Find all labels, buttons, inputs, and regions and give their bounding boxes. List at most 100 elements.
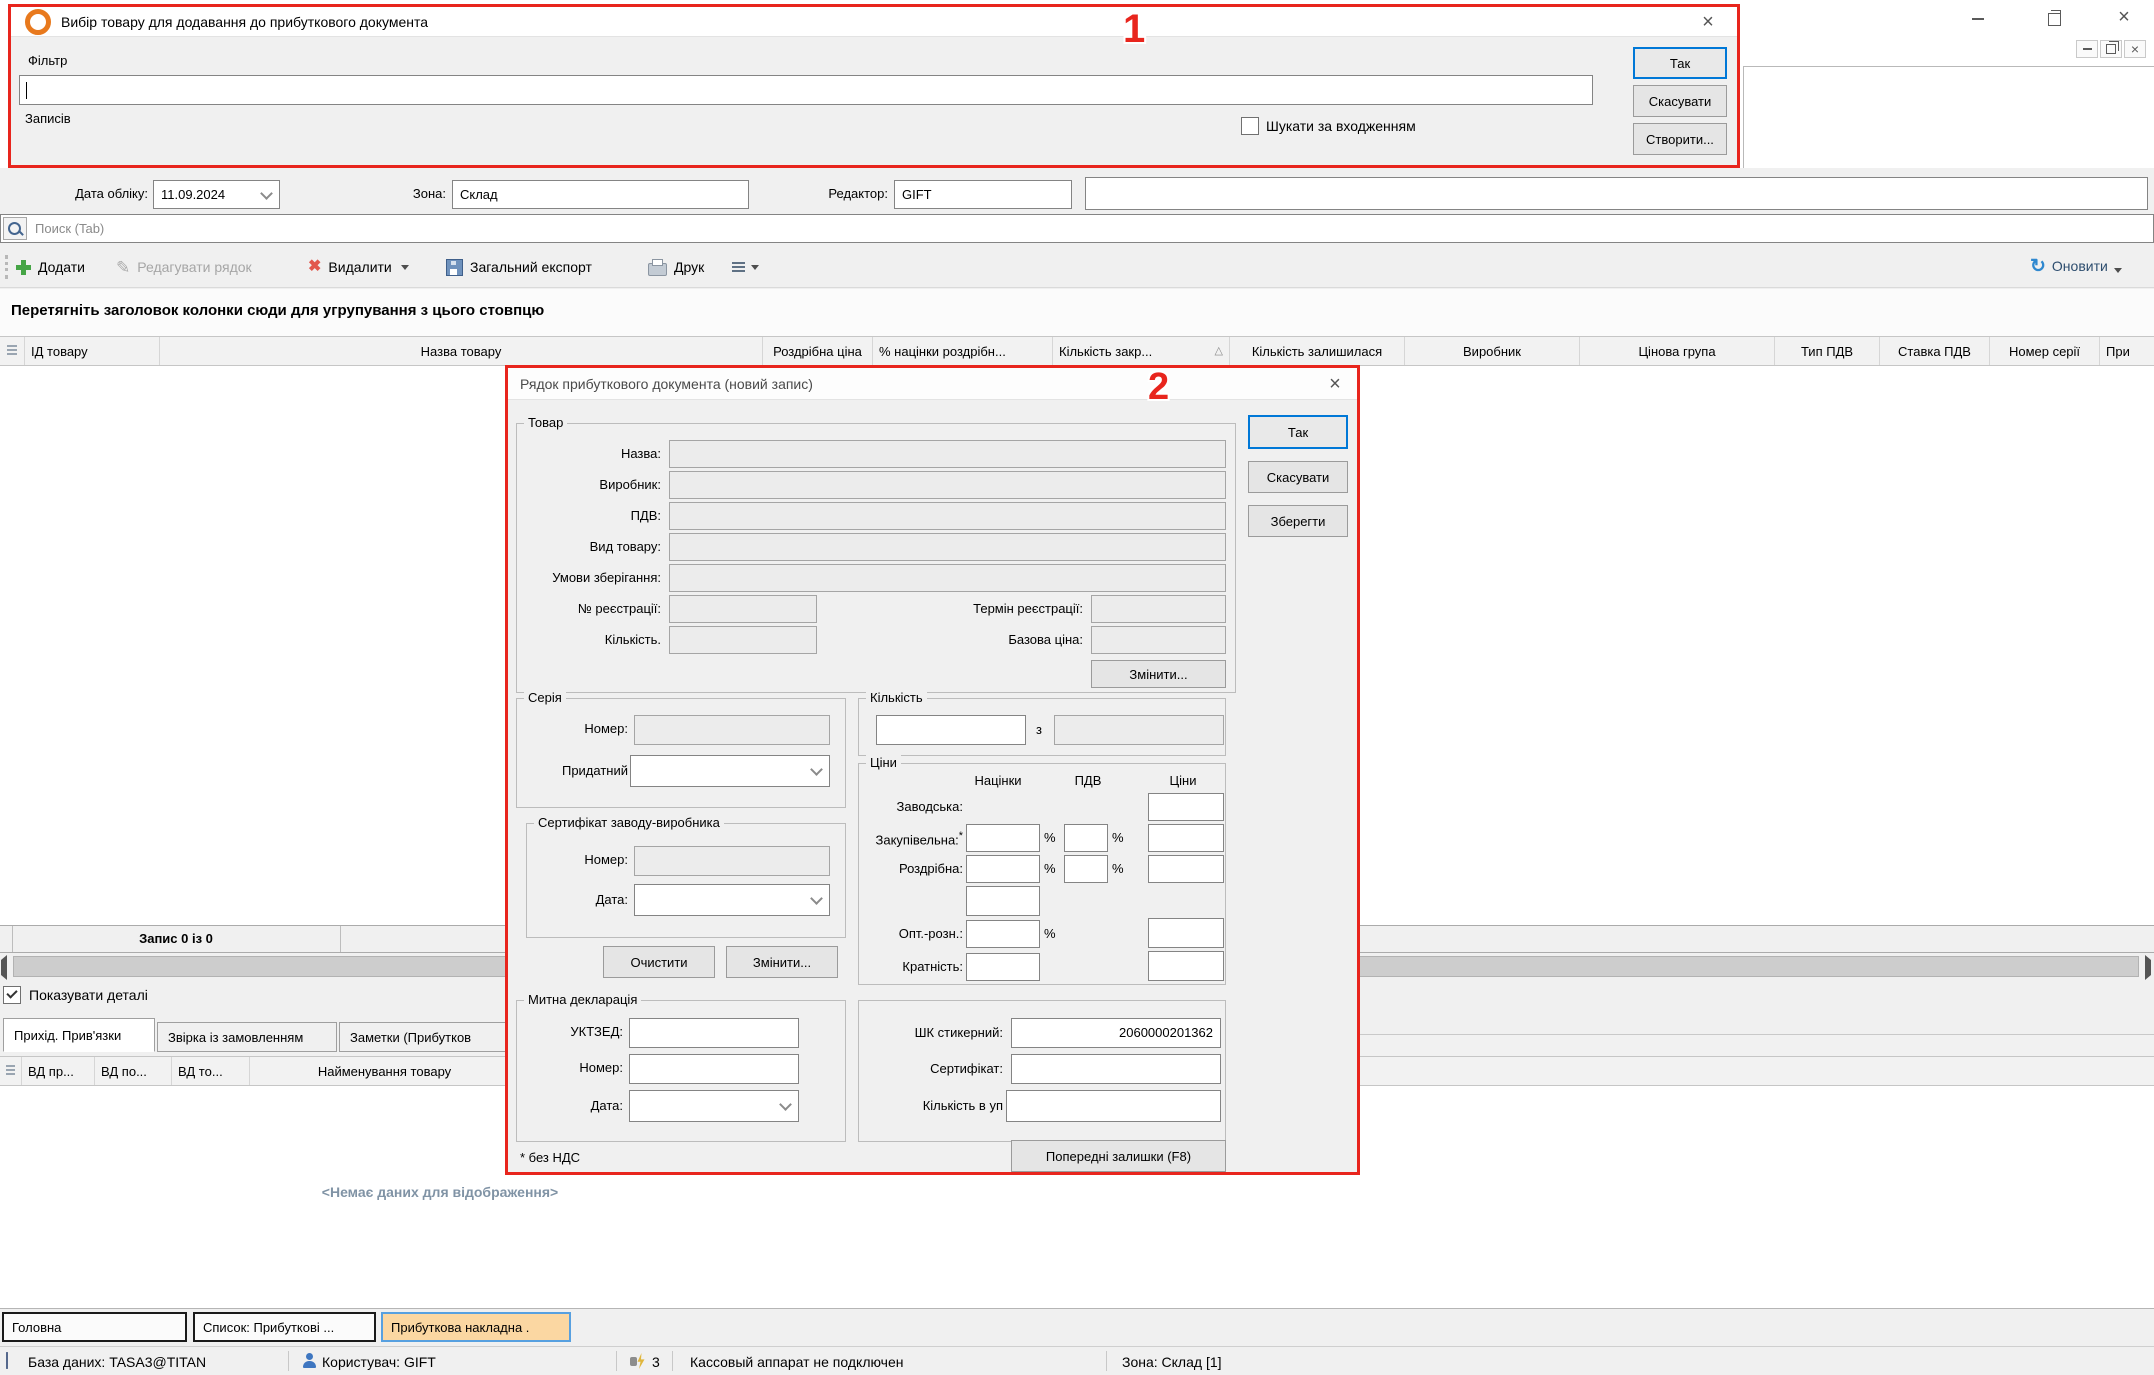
- seriya-valid-chevron-icon[interactable]: [810, 763, 823, 776]
- grid-col-id[interactable]: ІД товару: [25, 337, 160, 365]
- quantity-total-field[interactable]: [1054, 715, 1224, 745]
- export-button[interactable]: Загальний експорт: [446, 253, 592, 281]
- tab-zametki[interactable]: Заметки (Прибутков: [339, 1022, 531, 1052]
- multiplicity-field[interactable]: [966, 953, 1040, 981]
- certificate-change-button[interactable]: Змінити...: [726, 946, 838, 978]
- grid-col-price-group[interactable]: Цінова група: [1580, 337, 1775, 365]
- product-type-field[interactable]: [669, 533, 1226, 561]
- wholesale-price-field[interactable]: [1148, 918, 1224, 948]
- dialog2-ok-button[interactable]: Так: [1248, 415, 1348, 449]
- grid-col-vat-rate[interactable]: Ставка ПДВ: [1880, 337, 1990, 365]
- show-details-checkbox[interactable]: Показувати деталі: [3, 986, 148, 1004]
- quantity-field[interactable]: [669, 626, 817, 654]
- dialog1-cancel-button[interactable]: Скасувати: [1633, 85, 1727, 117]
- checkbox-checked-icon[interactable]: [3, 986, 21, 1004]
- grid-col-name[interactable]: Назва товару: [160, 337, 763, 365]
- scroll-left-button[interactable]: [1, 960, 7, 975]
- dialog1-close-button[interactable]: ×: [1693, 10, 1723, 34]
- dialog2-titlebar[interactable]: Рядок прибуткового документа (новий запи…: [508, 368, 1357, 400]
- retail-vat-field[interactable]: [1064, 855, 1108, 883]
- checkbox-unchecked-icon[interactable]: [1241, 117, 1259, 135]
- scroll-right-button[interactable]: [2145, 960, 2151, 975]
- retail-price-field[interactable]: [1148, 855, 1224, 883]
- qty-pack-field[interactable]: [1006, 1090, 1221, 1122]
- grid-col-serial[interactable]: Номер серії: [1990, 337, 2100, 365]
- dialog2-save-button[interactable]: Зберегти: [1248, 505, 1348, 537]
- manufacturer-field[interactable]: [669, 471, 1226, 499]
- filter-input[interactable]: [19, 75, 1593, 105]
- wholesale-markup-field[interactable]: [966, 920, 1040, 948]
- tab-zvirka[interactable]: Звірка із замовленням: [157, 1022, 337, 1052]
- grid-col-retail-price[interactable]: Роздрібна ціна: [763, 337, 873, 365]
- delete-dropdown-icon[interactable]: [401, 265, 409, 270]
- extra-markup-field[interactable]: [966, 886, 1040, 916]
- dialog2-cancel-button[interactable]: Скасувати: [1248, 461, 1348, 493]
- tab-prihod-privyazki[interactable]: Прихід. Прив'язки: [3, 1018, 155, 1052]
- grid-col-manufacturer[interactable]: Виробник: [1405, 337, 1580, 365]
- comment-field[interactable]: [1085, 177, 2148, 210]
- purchase-vat-field[interactable]: [1064, 824, 1108, 852]
- base-price-field[interactable]: [1091, 626, 1226, 654]
- bottom-tab-spisok[interactable]: Список: Прибуткові ...: [193, 1312, 376, 1342]
- reg-number-field[interactable]: [669, 595, 817, 623]
- seriya-number-field[interactable]: [634, 715, 830, 745]
- refresh-dropdown-icon[interactable]: [2114, 268, 2122, 273]
- dialog1-create-button[interactable]: Створити...: [1633, 123, 1727, 155]
- factory-price-field[interactable]: [1148, 793, 1224, 821]
- detail-col-vd-to[interactable]: ВД то...: [172, 1057, 250, 1085]
- dialog1-ok-button[interactable]: Так: [1633, 47, 1727, 79]
- grid-col-pri[interactable]: При: [2100, 337, 2154, 365]
- certificate-number-field[interactable]: [634, 846, 830, 876]
- detail-col-name[interactable]: Найменування товару: [250, 1057, 520, 1085]
- grid-col-markup-pct[interactable]: % націнки роздрібн...: [873, 337, 1053, 365]
- seriya-valid-combobox[interactable]: [630, 755, 830, 787]
- retail-markup-field[interactable]: [966, 855, 1040, 883]
- detail-col-vd-pr[interactable]: ВД пр...: [22, 1057, 95, 1085]
- prev-balances-button[interactable]: Попередні залишки (F8): [1011, 1140, 1226, 1172]
- name-field[interactable]: [669, 440, 1226, 468]
- search-icon-box[interactable]: [3, 217, 27, 240]
- multiplicity-price-field[interactable]: [1148, 951, 1224, 981]
- customs-date-chevron-icon[interactable]: [779, 1098, 792, 1111]
- sort-ascending-icon[interactable]: △: [1215, 346, 1223, 357]
- toolbar-grip[interactable]: [5, 255, 8, 279]
- sticker-field[interactable]: 2060000201362: [1011, 1018, 1221, 1048]
- delete-button[interactable]: ✖ Видалити: [308, 253, 409, 281]
- add-button[interactable]: Додати: [16, 253, 85, 281]
- search-input[interactable]: Поиск (Tab): [0, 214, 2154, 243]
- match-checkbox[interactable]: Шукати за входженням: [1241, 117, 1416, 135]
- detail-header-grip[interactable]: [0, 1057, 22, 1085]
- bottom-tab-golovna[interactable]: Головна: [2, 1312, 187, 1342]
- certificate-date-chevron-icon[interactable]: [810, 892, 823, 905]
- dialog2-close-button[interactable]: ×: [1320, 372, 1350, 396]
- certificate-date-combobox[interactable]: [634, 884, 830, 916]
- chevron-down-icon[interactable]: [260, 187, 273, 200]
- dialog1-titlebar[interactable]: Вибір товару для додавання до прибутково…: [11, 7, 1737, 37]
- view-options-dropdown-icon[interactable]: [751, 265, 759, 270]
- edit-row-button[interactable]: ✎ Редагувати рядок: [116, 253, 252, 281]
- grid-col-vat-type[interactable]: Тип ПДВ: [1775, 337, 1880, 365]
- certificate-clear-button[interactable]: Очистити: [603, 946, 715, 978]
- uktzed-field[interactable]: [629, 1018, 799, 1048]
- storage-field[interactable]: [669, 564, 1226, 592]
- purchase-markup-field[interactable]: [966, 824, 1040, 852]
- maximize-button[interactable]: [2038, 8, 2070, 30]
- grid-header-grip[interactable]: [0, 337, 25, 365]
- editor-field[interactable]: GIFT: [894, 180, 1072, 209]
- refresh-button[interactable]: ↻ Оновити: [2030, 251, 2122, 281]
- grid-col-qty-closed[interactable]: Кількість закр...△: [1053, 337, 1230, 365]
- close-button[interactable]: ×: [2108, 4, 2140, 30]
- date-combobox[interactable]: 11.09.2024: [153, 180, 280, 209]
- sert-field[interactable]: [1011, 1054, 1221, 1084]
- tovar-change-button[interactable]: Змінити...: [1091, 660, 1226, 688]
- vat-field[interactable]: [669, 502, 1226, 530]
- mdi-close-button[interactable]: ×: [2124, 40, 2146, 58]
- zone-field[interactable]: Склад: [452, 180, 749, 209]
- view-options-button[interactable]: [732, 253, 759, 281]
- detail-col-vd-po[interactable]: ВД по...: [95, 1057, 172, 1085]
- reg-term-field[interactable]: [1091, 595, 1226, 623]
- bottom-tab-pributkova[interactable]: Прибуткова накладна .: [381, 1312, 571, 1342]
- mdi-restore-button[interactable]: [2100, 40, 2122, 58]
- purchase-price-field[interactable]: [1148, 824, 1224, 852]
- mdi-minimize-button[interactable]: [2076, 40, 2098, 58]
